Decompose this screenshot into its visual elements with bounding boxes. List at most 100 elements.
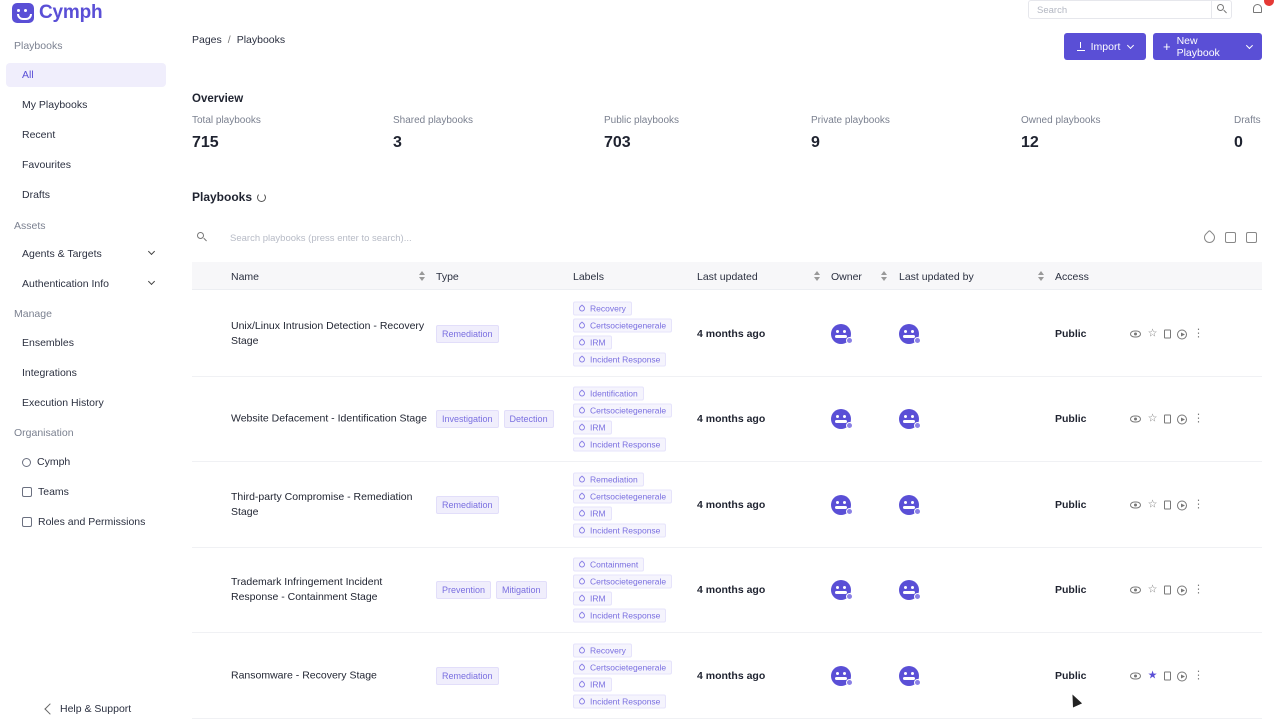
label-text: Certsocietegenerale xyxy=(590,491,667,502)
breadcrumb-pages[interactable]: Pages xyxy=(192,34,222,46)
column-last-updated-by[interactable]: Last updated by xyxy=(899,271,974,283)
table-row[interactable]: Third-party Compromise - Remediation Sta… xyxy=(192,463,1262,548)
sidebar-item-label: Drafts xyxy=(22,189,51,201)
tag-filter-icon[interactable] xyxy=(1201,229,1218,246)
grid-view-icon[interactable] xyxy=(1225,232,1236,243)
status-dot xyxy=(914,422,921,429)
table-row[interactable]: Website Defacement - Identification Stag… xyxy=(192,377,1262,462)
stat-total: Total playbooks 715 xyxy=(192,115,261,152)
updated-by-avatar[interactable] xyxy=(899,666,921,686)
bell-icon[interactable] xyxy=(1253,4,1262,13)
view-icon[interactable] xyxy=(1130,330,1141,338)
copy-icon[interactable] xyxy=(1164,671,1171,681)
sidebar-item-my-playbooks[interactable]: My Playbooks xyxy=(6,93,166,117)
tag-icon xyxy=(577,594,587,603)
playbook-name[interactable]: Trademark Infringement Incident Response… xyxy=(231,575,431,605)
sidebar-item-all[interactable]: All xyxy=(6,63,166,87)
table-row[interactable]: Trademark Infringement Incident Response… xyxy=(192,548,1262,633)
stat-drafts: Drafts 0 xyxy=(1234,115,1261,152)
owner-avatar[interactable] xyxy=(831,409,853,429)
column-settings-icon[interactable] xyxy=(1246,232,1257,243)
owner-avatar[interactable] xyxy=(831,495,853,515)
global-search-input[interactable]: Search xyxy=(1028,0,1232,19)
sidebar-item-ensembles[interactable]: Ensembles xyxy=(6,331,166,355)
sort-icon[interactable] xyxy=(1038,271,1044,281)
people-icon xyxy=(22,457,31,467)
copy-icon[interactable] xyxy=(1164,329,1171,339)
updated-by-avatar[interactable] xyxy=(899,495,921,515)
copy-icon[interactable] xyxy=(1164,500,1171,510)
favourite-star-icon[interactable]: ☆ xyxy=(1147,413,1158,425)
run-icon[interactable] xyxy=(1177,585,1187,595)
sort-icon[interactable] xyxy=(814,271,820,281)
owner-avatar[interactable] xyxy=(831,580,853,600)
new-playbook-button[interactable]: + New Playbook xyxy=(1153,33,1262,60)
playbook-name[interactable]: Website Defacement - Identification Stag… xyxy=(231,412,431,427)
sidebar-item-agents-targets[interactable]: Agents & Targets xyxy=(6,242,166,266)
sidebar-item-recent[interactable]: Recent xyxy=(6,123,166,147)
label-tag: Containment xyxy=(573,557,645,572)
sidebar-item-integrations[interactable]: Integrations xyxy=(6,361,166,385)
updated-by-avatar[interactable] xyxy=(899,580,921,600)
table-row[interactable]: Ransomware - Recovery Stage Remediation Re… xyxy=(192,634,1262,719)
updated-by-avatar[interactable] xyxy=(899,324,921,344)
status-dot xyxy=(846,679,853,686)
copy-icon[interactable] xyxy=(1164,585,1171,595)
sidebar-item-teams[interactable]: Teams xyxy=(6,480,166,504)
run-icon[interactable] xyxy=(1177,500,1187,510)
overview-title: Overview xyxy=(192,93,244,105)
sort-icon[interactable] xyxy=(419,271,425,281)
column-owner[interactable]: Owner xyxy=(831,271,862,283)
sidebar-item-drafts[interactable]: Drafts xyxy=(6,183,166,207)
more-options-icon[interactable]: ⋮ xyxy=(1193,328,1204,340)
row-actions: ☆ ⋮ xyxy=(1130,584,1204,596)
favourite-star-icon[interactable]: ☆ xyxy=(1147,584,1158,596)
chevron-down-icon xyxy=(147,247,156,256)
playbook-name[interactable]: Unix/Linux Intrusion Detection - Recover… xyxy=(231,319,431,349)
run-icon[interactable] xyxy=(1177,671,1187,681)
owner-avatar[interactable] xyxy=(831,324,853,344)
help-label: Help & Support xyxy=(60,703,132,715)
column-name[interactable]: Name xyxy=(231,271,259,283)
favourite-star-icon[interactable]: ☆ xyxy=(1147,328,1158,340)
playbook-search-input[interactable]: Search playbooks (press enter to search)… xyxy=(192,226,1262,250)
more-options-icon[interactable]: ⋮ xyxy=(1193,584,1204,596)
refresh-icon[interactable] xyxy=(257,192,267,202)
sidebar-item-label: Authentication Info xyxy=(22,278,109,290)
run-icon[interactable] xyxy=(1177,329,1187,339)
table-row[interactable]: Unix/Linux Intrusion Detection - Recover… xyxy=(192,292,1262,377)
cymph-logo-icon xyxy=(12,3,34,23)
more-options-icon[interactable]: ⋮ xyxy=(1193,499,1204,511)
favourite-star-icon[interactable]: ★ xyxy=(1147,670,1158,682)
run-icon[interactable] xyxy=(1177,414,1187,424)
copy-icon[interactable] xyxy=(1164,414,1171,424)
owner-avatar[interactable] xyxy=(831,666,853,686)
playbook-name[interactable]: Ransomware - Recovery Stage xyxy=(231,669,431,684)
sidebar-item-cymph[interactable]: Cymph xyxy=(6,450,166,474)
view-icon[interactable] xyxy=(1130,501,1141,509)
status-dot xyxy=(846,337,853,344)
sidebar-item-label: Cymph xyxy=(37,456,71,468)
favourite-star-icon[interactable]: ☆ xyxy=(1147,499,1158,511)
sidebar-item-execution-history[interactable]: Execution History xyxy=(6,391,166,415)
sidebar-item-favourites[interactable]: Favourites xyxy=(6,153,166,177)
column-last-updated[interactable]: Last updated xyxy=(697,271,758,283)
sidebar-item-roles-permissions[interactable]: Roles and Permissions xyxy=(6,510,166,534)
view-icon[interactable] xyxy=(1130,672,1141,680)
search-button[interactable] xyxy=(1211,1,1231,18)
sidebar-item-authentication-info[interactable]: Authentication Info xyxy=(6,272,166,296)
view-icon[interactable] xyxy=(1130,586,1141,594)
help-support-link[interactable]: Help & Support xyxy=(44,703,132,715)
more-options-icon[interactable]: ⋮ xyxy=(1193,413,1204,425)
chevron-down-icon xyxy=(147,277,156,286)
logo[interactable]: Cymph xyxy=(12,2,103,24)
chevron-down-icon xyxy=(1127,41,1135,49)
sort-icon[interactable] xyxy=(881,271,887,281)
last-updated: 4 months ago xyxy=(697,499,766,511)
search-placeholder: Search playbooks (press enter to search)… xyxy=(230,233,412,244)
view-icon[interactable] xyxy=(1130,415,1141,423)
updated-by-avatar[interactable] xyxy=(899,409,921,429)
playbook-name[interactable]: Third-party Compromise - Remediation Sta… xyxy=(231,490,431,520)
import-button[interactable]: Import xyxy=(1064,33,1146,60)
more-options-icon[interactable]: ⋮ xyxy=(1193,670,1204,682)
